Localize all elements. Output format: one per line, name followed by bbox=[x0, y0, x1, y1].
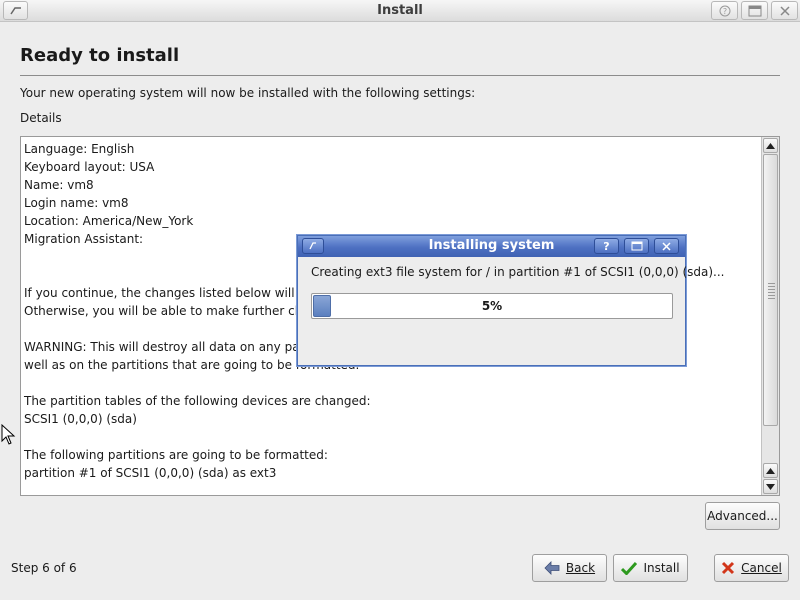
close-icon bbox=[662, 241, 671, 251]
maximize-button[interactable] bbox=[741, 1, 768, 20]
details-line: Language: English bbox=[24, 142, 135, 156]
dialog-help-button[interactable]: ? bbox=[594, 238, 619, 254]
dialog-help-icon: ? bbox=[603, 239, 610, 253]
install-progress-bar: 5% bbox=[311, 293, 673, 319]
install-button-label: Install bbox=[643, 561, 680, 575]
details-label: Details bbox=[20, 111, 62, 125]
arrow-up-icon bbox=[766, 467, 775, 474]
advanced-button-label: Advanced... bbox=[707, 509, 778, 523]
cancel-x-icon bbox=[722, 561, 735, 575]
installing-system-dialog[interactable]: Installing system ? Creating ext3 file s… bbox=[297, 235, 724, 366]
arrow-down-icon bbox=[766, 483, 775, 490]
details-line: partition #1 of SCSI1 (0,0,0) (sda) as e… bbox=[24, 466, 277, 480]
maximize-icon bbox=[631, 241, 642, 251]
scroll-up-button-lower[interactable] bbox=[763, 463, 778, 478]
scroll-grip-icon bbox=[768, 283, 775, 299]
mouse-cursor-icon bbox=[1, 424, 16, 445]
dialog-titlebar[interactable]: Installing system ? bbox=[298, 236, 685, 257]
arrow-left-icon bbox=[544, 561, 560, 575]
dialog-close-button[interactable] bbox=[654, 238, 679, 254]
dialog-message: Creating ext3 file system for / in parti… bbox=[311, 265, 725, 279]
details-line: Login name: vm8 bbox=[24, 196, 129, 210]
help-button[interactable]: ? bbox=[711, 1, 738, 20]
page-subtitle: Your new operating system will now be in… bbox=[20, 86, 476, 100]
details-line: The partition tables of the following de… bbox=[24, 394, 371, 408]
back-button-label: Back bbox=[565, 561, 596, 575]
help-icon: ? bbox=[719, 5, 730, 16]
advanced-button[interactable]: Advanced... bbox=[705, 502, 780, 530]
scroll-up-button[interactable] bbox=[763, 138, 778, 153]
dialog-maximize-button[interactable] bbox=[624, 238, 649, 254]
close-icon bbox=[779, 5, 790, 16]
svg-text:?: ? bbox=[722, 7, 726, 16]
heading-divider bbox=[20, 75, 780, 76]
cancel-button[interactable]: Cancel bbox=[714, 554, 789, 582]
arrow-up-icon bbox=[766, 142, 775, 149]
window-titlebar[interactable]: Install ? bbox=[0, 0, 800, 22]
install-button[interactable]: Install bbox=[613, 554, 688, 582]
details-line: Location: America/New_York bbox=[24, 214, 194, 228]
progress-percent: 5% bbox=[481, 299, 503, 313]
maximize-icon bbox=[748, 5, 761, 16]
details-scrollbar[interactable] bbox=[761, 137, 779, 495]
close-button[interactable] bbox=[771, 1, 798, 20]
window-title: Install bbox=[377, 3, 423, 18]
details-line bbox=[24, 374, 759, 392]
details-line: SCSI1 (0,0,0) (sda) bbox=[24, 412, 137, 426]
details-line: Name: vm8 bbox=[24, 178, 94, 192]
details-line: Keyboard layout: USA bbox=[24, 160, 155, 174]
cancel-button-label: Cancel bbox=[741, 561, 782, 575]
back-button[interactable]: Back bbox=[532, 554, 607, 582]
details-line bbox=[24, 428, 759, 446]
step-indicator: Step 6 of 6 bbox=[11, 561, 77, 575]
page-heading: Ready to install bbox=[20, 45, 180, 66]
checkmark-icon bbox=[621, 561, 638, 575]
scroll-down-button[interactable] bbox=[763, 479, 778, 494]
scroll-thumb[interactable] bbox=[763, 154, 778, 426]
details-line: The following partitions are going to be… bbox=[24, 448, 328, 462]
